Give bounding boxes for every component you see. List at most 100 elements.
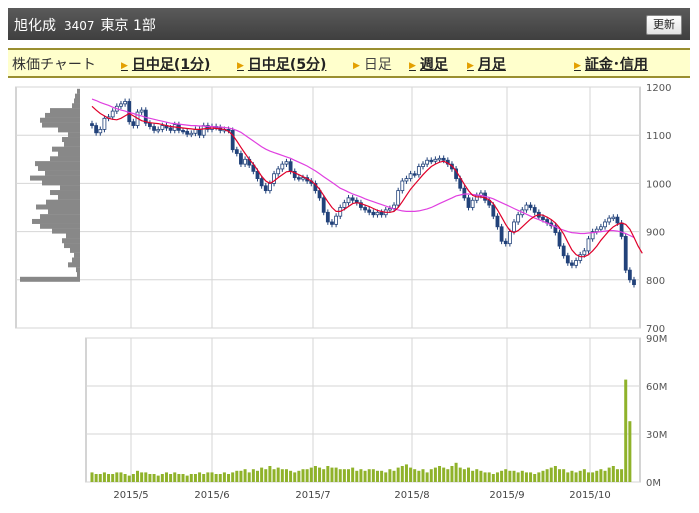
volume-profile-bar bbox=[60, 185, 80, 191]
volume-profile-bar bbox=[76, 267, 80, 273]
candle-body bbox=[503, 240, 508, 245]
volume-bar bbox=[599, 469, 603, 482]
volume-bar bbox=[119, 472, 123, 482]
candle-body bbox=[574, 260, 578, 266]
volume-bar bbox=[607, 467, 611, 482]
volume-bar bbox=[615, 469, 619, 482]
price-tick-label: 1200 bbox=[646, 83, 671, 94]
volume-profile-bar bbox=[68, 262, 80, 268]
volume-bar bbox=[520, 470, 524, 482]
volume-bar bbox=[429, 469, 433, 482]
volume-bar bbox=[185, 475, 189, 482]
volume-bar bbox=[347, 469, 351, 482]
candle-body bbox=[259, 178, 264, 187]
volume-profile bbox=[20, 88, 80, 282]
volume-bar bbox=[136, 470, 140, 482]
volume-profile-bar bbox=[64, 243, 80, 249]
candle-body bbox=[528, 204, 533, 208]
volume-profile-bar bbox=[32, 218, 80, 224]
volume-bar bbox=[371, 469, 375, 482]
volume-bar bbox=[140, 472, 144, 482]
volume-bar bbox=[289, 470, 293, 482]
volume-bar bbox=[388, 469, 392, 482]
candle-body bbox=[276, 168, 281, 175]
candle-body bbox=[268, 182, 272, 192]
volume-bar bbox=[156, 475, 160, 482]
volume-profile-bar bbox=[75, 93, 80, 99]
volume-bar bbox=[322, 469, 326, 482]
candle-body bbox=[441, 157, 446, 161]
volume-tick-label: 30M bbox=[646, 430, 667, 441]
volume-profile-bar bbox=[50, 108, 80, 114]
candle-body bbox=[123, 101, 127, 105]
candle-body bbox=[632, 279, 636, 286]
volume-bar bbox=[260, 467, 264, 482]
volume-profile-bar bbox=[36, 204, 80, 210]
price-tick-label: 1000 bbox=[646, 179, 671, 190]
volume-bar bbox=[148, 474, 152, 482]
volume-bar bbox=[363, 470, 367, 482]
volume-bar bbox=[442, 467, 446, 482]
volume-profile-bar bbox=[40, 214, 80, 220]
candle-body bbox=[400, 180, 405, 192]
volume-bar bbox=[152, 474, 156, 482]
volume-profile-bar bbox=[72, 257, 80, 263]
volume-bar bbox=[380, 470, 384, 482]
volume-bar bbox=[516, 472, 520, 482]
axis-labels: 7008009001000110012000M30M60M90M2015/5 20… bbox=[113, 83, 671, 501]
volume-bar bbox=[549, 467, 553, 482]
volume-bar bbox=[227, 474, 231, 482]
volume-bar bbox=[115, 472, 119, 482]
candle-body bbox=[404, 178, 409, 182]
volume-bar bbox=[284, 469, 288, 482]
candle-body bbox=[234, 149, 239, 154]
volume-profile-bar bbox=[52, 228, 80, 234]
volume-profile-bar bbox=[72, 103, 80, 109]
volume-profile-bar bbox=[50, 156, 80, 162]
volume-bar bbox=[595, 470, 599, 482]
volume-bar bbox=[454, 462, 458, 482]
candle-body bbox=[334, 215, 339, 225]
volume-tick-label: 0M bbox=[646, 478, 661, 489]
volume-bar bbox=[173, 472, 177, 482]
volume-bar bbox=[384, 472, 388, 482]
volume-bar bbox=[570, 470, 574, 482]
candle-body bbox=[139, 109, 144, 113]
volume-bar bbox=[189, 474, 193, 482]
date-tick-label: 2015/7 bbox=[295, 490, 330, 501]
volume-profile-bar bbox=[46, 199, 80, 205]
candle-body bbox=[532, 207, 537, 213]
candle-body bbox=[131, 121, 136, 126]
candle-body bbox=[280, 163, 285, 170]
volume-bar bbox=[268, 466, 272, 482]
volume-bar bbox=[198, 472, 202, 482]
candle-body bbox=[599, 226, 603, 230]
volume-bar bbox=[471, 470, 475, 482]
volume-profile-bar bbox=[74, 98, 80, 104]
volume-profile-bar bbox=[42, 122, 80, 128]
volume-profile-bar bbox=[77, 88, 80, 94]
volume-bar bbox=[355, 470, 359, 482]
volume-bar bbox=[417, 470, 421, 482]
candle-body bbox=[168, 127, 173, 131]
volume-bar bbox=[487, 472, 491, 482]
volume-bar bbox=[553, 466, 557, 482]
volume-bar bbox=[309, 467, 313, 482]
candle-body bbox=[152, 126, 156, 131]
candle-body bbox=[230, 129, 235, 151]
candle-body bbox=[421, 163, 425, 167]
volume-bar bbox=[558, 469, 562, 482]
volume-bar bbox=[297, 470, 301, 482]
volume-bar bbox=[404, 464, 408, 482]
volume-bar bbox=[566, 472, 570, 482]
candle-body bbox=[491, 204, 496, 217]
volume-bar bbox=[351, 467, 355, 482]
volume-bar bbox=[500, 470, 504, 482]
volume-bar bbox=[611, 466, 615, 482]
candle-body bbox=[346, 197, 351, 204]
candle-body bbox=[570, 262, 574, 266]
volume-bar bbox=[111, 474, 115, 482]
candle-body bbox=[185, 130, 190, 135]
candle-body bbox=[582, 250, 587, 256]
volume-bar bbox=[603, 470, 607, 482]
